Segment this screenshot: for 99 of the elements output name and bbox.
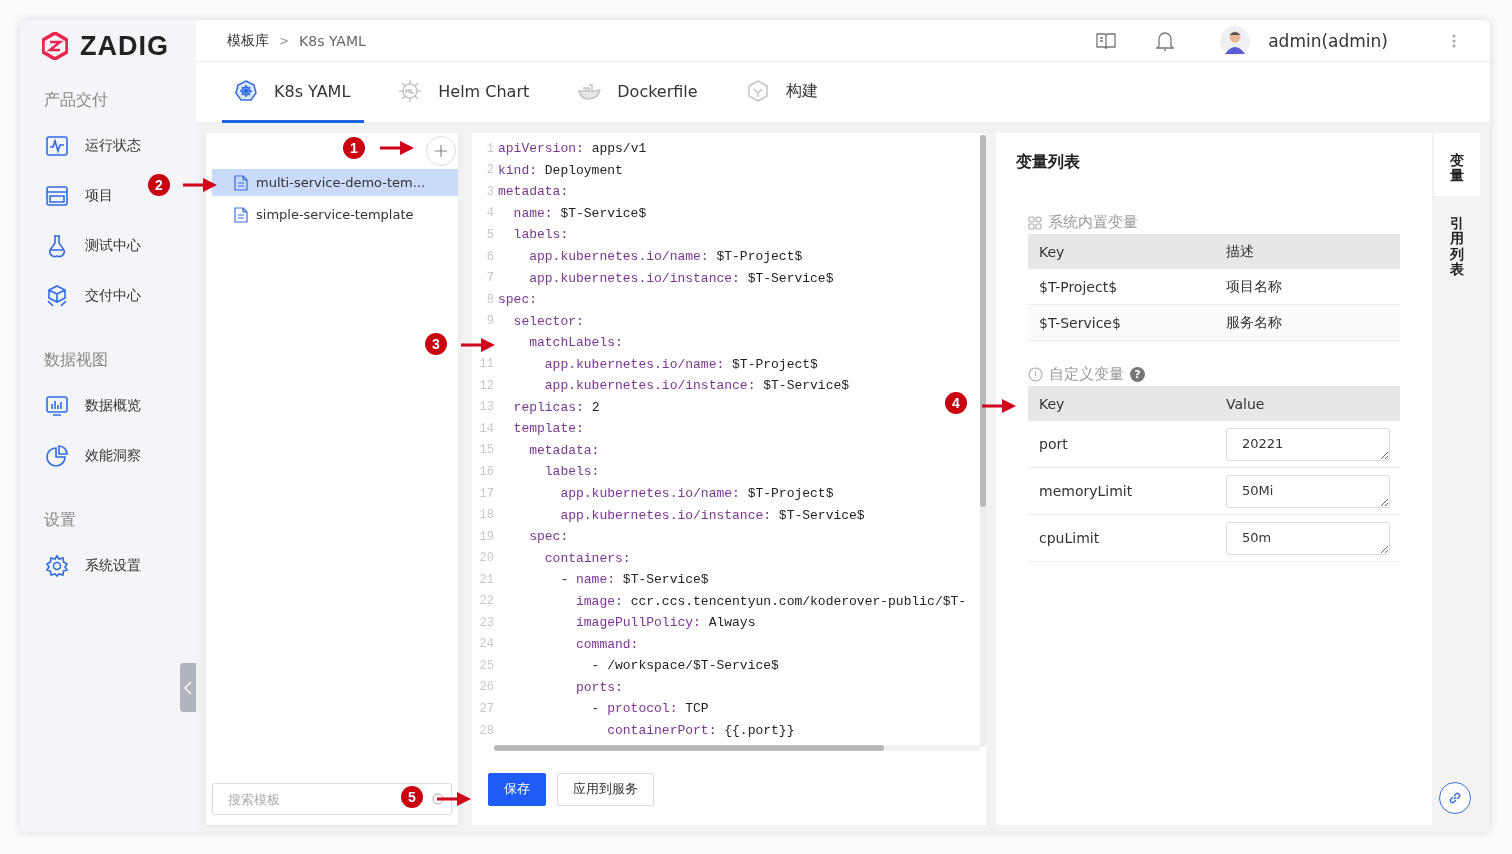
code-line: replicas: 2 [512, 399, 600, 415]
breadcrumb-item: K8s YAML [299, 32, 366, 49]
value-field[interactable]: 50m [1226, 521, 1390, 555]
document-icon [234, 174, 248, 191]
nav-item[interactable]: 交付中心 [20, 271, 141, 321]
add-button[interactable] [426, 136, 456, 166]
logo-icon [42, 32, 68, 60]
hex-icon [745, 79, 770, 103]
user-name[interactable]: admin(admin) [1268, 30, 1388, 51]
bell-icon[interactable] [1156, 30, 1175, 51]
code-line: app.kubernetes.io/name: $T-Project$ [559, 486, 834, 501]
code-line: selector: [512, 313, 584, 329]
section-title: 设置 [43, 509, 77, 531]
code-line: app.kubernetes.io/instance: $T-Service$ [543, 378, 850, 394]
code-line: ports: [575, 679, 623, 695]
value-field[interactable]: 20221 [1226, 427, 1390, 461]
code-line: metadata: [528, 442, 600, 458]
code-line: app.kubernetes.io/instance: $T-Service$ [559, 507, 865, 523]
chevron-left-icon [184, 680, 192, 695]
section-title: 产品交付 [43, 89, 109, 111]
cube-icon [45, 284, 69, 308]
column-header: Key [1038, 395, 1065, 412]
pie-icon [45, 444, 69, 468]
nav-item[interactable]: 项目 [20, 171, 113, 221]
code-line: metadata: [498, 184, 569, 200]
section-title: 自定义变量 [1049, 365, 1124, 384]
template-item[interactable]: simple-service-template [212, 201, 458, 228]
code-line: imagePullPolicy: Always [575, 615, 756, 631]
document-icon [234, 206, 248, 223]
brand-name: ZADIG [80, 30, 169, 62]
table-cell-text: cpuLimit [1038, 530, 1100, 546]
breadcrumb-separator: > [279, 33, 290, 48]
code-line: - name: $T-Service$ [559, 572, 709, 588]
code-line: containers: [543, 550, 631, 566]
code-line: labels: [512, 227, 569, 243]
code-line: app.kubernetes.io/name: $T-Project$ [528, 249, 803, 264]
code-editor[interactable] [472, 133, 986, 825]
avatar[interactable] [1220, 25, 1251, 56]
monitor-icon [45, 394, 69, 418]
grid-icon [1028, 215, 1042, 230]
link-icon [1448, 791, 1462, 805]
code-line: spec: [528, 529, 569, 545]
gear-icon [45, 554, 69, 578]
nav-item[interactable]: 数据概览 [20, 381, 141, 431]
code-line: name: $T-Service$ [512, 205, 647, 221]
column-header: 描述 [1226, 242, 1254, 261]
pulse-icon [45, 134, 69, 158]
panel-title: 变量列表 [1016, 151, 1081, 173]
code-line: - /workspace/$T-Service$ [590, 658, 779, 674]
help-icon[interactable]: ? [1130, 367, 1145, 382]
code-line: command: [575, 636, 639, 652]
code-line: template: [512, 421, 584, 437]
value-field[interactable]: 50Mi [1226, 474, 1390, 508]
table-cell: 项目名称 [1226, 277, 1282, 296]
more-icon[interactable] [1452, 33, 1456, 48]
wheel-icon [234, 79, 258, 103]
code-line: labels: [543, 464, 600, 480]
loading-icon [432, 793, 444, 805]
apply-button[interactable]: 应用到服务 [557, 772, 654, 806]
breadcrumb-item[interactable]: 模板库 [227, 31, 269, 50]
save-button[interactable]: 保存 [488, 772, 546, 806]
table-cell: 服务名称 [1226, 313, 1282, 332]
tab[interactable]: Helm Chart [386, 62, 544, 123]
side-tab[interactable]: 引用列表 [1434, 195, 1480, 290]
plus-icon [435, 145, 447, 157]
info-icon [1028, 367, 1043, 382]
table-cell-text: port [1038, 436, 1068, 452]
table-cell-text: $T-Project$ [1038, 278, 1118, 295]
table-cell-text: $T-Service$ [1038, 314, 1121, 331]
nav-item[interactable]: 效能洞察 [20, 431, 141, 481]
column-header: Value [1226, 395, 1265, 412]
code-line: spec: [498, 292, 537, 308]
code-line: matchLabels: [528, 335, 623, 351]
code-line: image: ccr.ccs.tencentyun.com/koderover-public/$T- [575, 593, 967, 609]
table-cell-text: memoryLimit [1038, 483, 1133, 499]
arrow-icon [380, 141, 414, 155]
helm-icon [398, 79, 423, 103]
tab[interactable]: 构建 [733, 62, 832, 123]
nav-item[interactable]: 测试中心 [20, 221, 141, 271]
arrow-icon [437, 792, 471, 806]
side-tab[interactable]: 变量 [1434, 133, 1480, 196]
arrow-icon [183, 178, 217, 192]
section-title: 数据视图 [43, 349, 109, 371]
book-icon[interactable] [1096, 31, 1117, 50]
column-header: Key [1038, 243, 1065, 260]
nav-item[interactable]: 运行状态 [20, 121, 141, 171]
arrow-icon [982, 399, 1016, 413]
arrow-icon [461, 338, 495, 352]
section-title: 系统内置变量 [1048, 213, 1138, 232]
tab[interactable]: Dockerfile [565, 62, 712, 123]
window-icon [45, 184, 69, 208]
code-line: containerPort: {{.port}} [606, 723, 795, 739]
nav-item[interactable]: 系统设置 [20, 541, 141, 591]
code-line: app.kubernetes.io/instance: $T-Service$ [528, 270, 834, 286]
code-line: apiVersion: apps/v1 [498, 141, 647, 157]
code-line: kind: Deployment [498, 162, 623, 178]
template-item[interactable]: multi-service-demo-tem... [212, 169, 458, 196]
code-line: app.kubernetes.io/name: $T-Project$ [543, 356, 818, 372]
code-line: - protocol: TCP [590, 701, 709, 717]
